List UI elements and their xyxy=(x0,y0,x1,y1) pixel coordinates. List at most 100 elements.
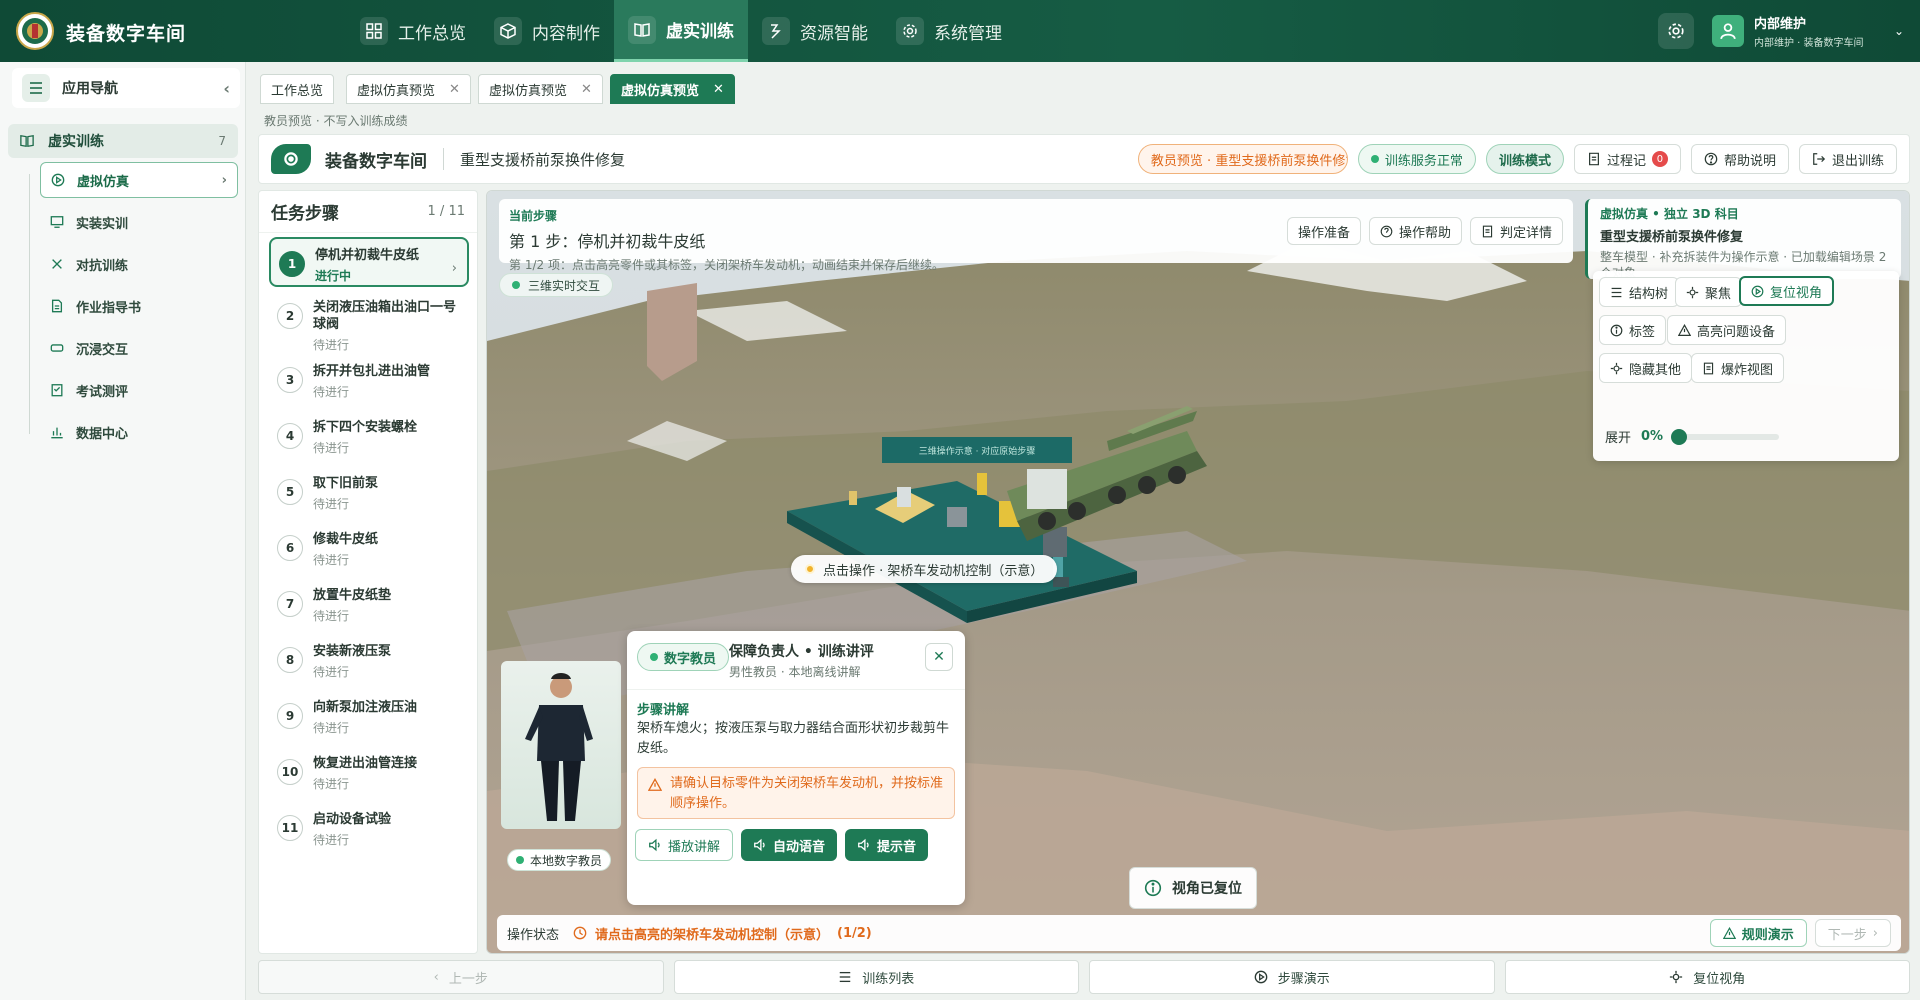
sidebar-item-data-center[interactable]: 数据中心 xyxy=(40,414,238,450)
warning-icon xyxy=(1678,323,1691,336)
close-icon[interactable]: ✕ xyxy=(449,82,460,97)
structure-tree-button[interactable]: 结构树 xyxy=(1599,277,1680,307)
document-icon xyxy=(1482,225,1493,237)
training-list-button[interactable]: 训练列表 xyxy=(673,960,1079,994)
screen-icon xyxy=(50,216,64,228)
hide-others-button[interactable]: 隐藏其他 xyxy=(1599,353,1693,383)
list-icon xyxy=(1611,287,1622,297)
nav-training[interactable]: 虚实训练 xyxy=(614,0,748,62)
help-icon xyxy=(1380,225,1393,237)
tab-bar: 工作总览 虚拟仿真预览 ✕ 虚拟仿真预览 ✕ 虚拟仿真预览 ✕ xyxy=(246,62,1920,108)
menu-toggle-button[interactable] xyxy=(22,74,50,102)
training-mode-pill[interactable]: 训练模式 xyxy=(1485,144,1564,174)
close-button[interactable]: ✕ xyxy=(925,643,953,671)
exit-label: 退出训练 xyxy=(1831,153,1884,169)
page-subtitle: 重型支援桥前泵换件修复 xyxy=(460,150,626,169)
tab-sim-preview-2[interactable]: 虚拟仿真预览 ✕ xyxy=(478,74,603,104)
nav-resources[interactable]: 资源智能 xyxy=(748,0,882,62)
step-item-1[interactable]: 1 停机并初裁牛皮纸 进行中 › xyxy=(269,237,469,287)
play-circle-icon xyxy=(1751,285,1764,297)
prev-step-button[interactable]: ‹ 上一步 xyxy=(258,960,664,994)
focus-button[interactable]: 聚焦 xyxy=(1675,277,1743,307)
step-item-6[interactable]: 6 修裁牛皮纸 待进行 xyxy=(269,523,469,576)
btn-label: 操作帮助 xyxy=(1398,225,1451,241)
step-item-11[interactable]: 11 启动设备试验 待进行 xyxy=(269,803,469,856)
user-name: 内部维护 xyxy=(1754,17,1807,32)
3d-viewport[interactable]: 三维操作示意 · 对应原始步骤 当前步骤 第 1 步：停机并初裁牛皮纸 第 1/… xyxy=(486,190,1910,954)
step-item-3[interactable]: 3 拆开并包扎进出油管 待进行 xyxy=(269,355,469,408)
labels-button[interactable]: 标签 xyxy=(1599,315,1667,345)
focus-icon xyxy=(1686,286,1699,298)
sidebar-group-count: 7 xyxy=(218,134,226,148)
sidebar-item-exam[interactable]: 考试测评 xyxy=(40,372,238,408)
process-record-button[interactable]: 过程记 0 xyxy=(1573,144,1681,174)
tab-sim-preview-3[interactable]: 虚拟仿真预览 ✕ xyxy=(610,74,735,104)
focus-icon xyxy=(1670,970,1683,984)
collapse-chevron-icon[interactable]: ‹ xyxy=(223,79,230,98)
close-icon[interactable]: ✕ xyxy=(581,82,592,97)
judgement-detail-button[interactable]: 判定详情 xyxy=(1469,217,1563,245)
explode-view-button[interactable]: 爆炸视图 xyxy=(1691,353,1785,383)
step-item-5[interactable]: 5 取下旧前泵 待进行 xyxy=(269,467,469,520)
reset-view-button[interactable]: 复位视角 xyxy=(1739,276,1835,306)
highlight-issue-button[interactable]: 高亮问题设备 xyxy=(1667,315,1787,345)
step-demo-button[interactable]: 步骤演示 xyxy=(1089,960,1495,994)
play-explanation-button[interactable]: 播放讲解 xyxy=(635,829,734,861)
step-name: 修裁牛皮纸 xyxy=(313,532,379,547)
rule-demo-button[interactable]: 规则演示 xyxy=(1709,919,1807,947)
step-number: 1 xyxy=(279,251,305,277)
prompt-sound-button[interactable]: 提示音 xyxy=(845,829,929,861)
document-icon xyxy=(1588,152,1599,166)
steps-header: 任务步骤 1 / 11 xyxy=(259,191,477,233)
bottom-reset-view-button[interactable]: 复位视角 xyxy=(1504,960,1910,994)
step-number: 9 xyxy=(277,703,303,729)
tab-label: 虚拟仿真预览 xyxy=(621,83,700,99)
engine-control-hotspot[interactable]: 点击操作 · 架桥车发动机控制（示意） xyxy=(791,555,1058,583)
slider-handle[interactable] xyxy=(1671,428,1688,445)
settings-button[interactable] xyxy=(1658,13,1694,49)
step-explanation-title: 步骤讲解 xyxy=(637,703,690,718)
step-explanation-text: 架桥车熄火；按液压泵与取力器结合面形状初步裁剪牛皮纸。 xyxy=(637,721,950,756)
exit-training-button[interactable]: 退出训练 xyxy=(1798,144,1897,174)
sidebar-item-field-training[interactable]: 实装实训 xyxy=(40,204,238,240)
operation-help-button[interactable]: 操作帮助 xyxy=(1368,217,1462,245)
help-button[interactable]: 帮助说明 xyxy=(1690,144,1789,174)
step-item-7[interactable]: 7 放置牛皮纸垫 待进行 xyxy=(269,579,469,632)
document-icon xyxy=(51,299,63,313)
ai-icon xyxy=(762,17,790,45)
step-item-10[interactable]: 10 恢复进出油管连接 待进行 xyxy=(269,747,469,800)
record-label: 过程记 xyxy=(1606,153,1646,169)
hotspot-label: 点击操作 · 架桥车发动机控制（示意） xyxy=(823,563,1044,579)
operation-prepare-button[interactable]: 操作准备 xyxy=(1286,217,1361,245)
close-icon[interactable]: ✕ xyxy=(713,82,724,97)
sidebar-item-virtual-sim[interactable]: 虚拟仿真 › xyxy=(40,162,238,198)
step-item-9[interactable]: 9 向新泵加注液压油 待进行 xyxy=(269,691,469,744)
info-icon xyxy=(1610,324,1623,336)
step-item-8[interactable]: 8 安装新液压泵 待进行 xyxy=(269,635,469,688)
step-number: 8 xyxy=(277,647,303,673)
step-number: 10 xyxy=(277,759,303,785)
user-menu[interactable]: 内部维护 内部维护 · 装备数字车间 ⌄ xyxy=(1712,12,1904,50)
warning-icon xyxy=(1722,926,1736,939)
sidebar-group-training[interactable]: 虚实训练 7 xyxy=(8,124,238,158)
sidebar-item-instructions[interactable]: 作业指导书 xyxy=(40,288,238,324)
workshop-logo-icon xyxy=(271,144,311,174)
step-item-4[interactable]: 4 拆下四个安装螺栓 待进行 xyxy=(269,411,469,464)
sidebar-header: 应用导航 ‹ xyxy=(12,68,240,108)
next-step-button[interactable]: 下一步 › xyxy=(1814,919,1891,947)
nav-content[interactable]: 内容制作 xyxy=(480,0,614,62)
btn-label: 训练列表 xyxy=(862,971,915,987)
vr-icon xyxy=(50,344,64,352)
expand-slider[interactable] xyxy=(1671,428,1780,445)
sidebar-item-immersive[interactable]: 沉浸交互 xyxy=(40,330,238,366)
step-item-2[interactable]: 2 关闭液压油箱出油口一号球阀 待进行 xyxy=(269,291,469,361)
sidebar-item-adversarial[interactable]: 对抗训练 xyxy=(40,246,238,282)
step-number: 6 xyxy=(277,535,303,561)
document-icon xyxy=(1703,362,1714,374)
tab-overview[interactable]: 工作总览 xyxy=(260,74,335,104)
tab-sim-preview-1[interactable]: 虚拟仿真预览 ✕ xyxy=(346,74,471,104)
nav-system[interactable]: 系统管理 xyxy=(882,0,1016,62)
nav-overview[interactable]: 工作总览 xyxy=(346,0,480,62)
mode-pill-label: 训练模式 xyxy=(1498,153,1551,169)
auto-voice-button[interactable]: 自动语音 xyxy=(741,829,838,861)
